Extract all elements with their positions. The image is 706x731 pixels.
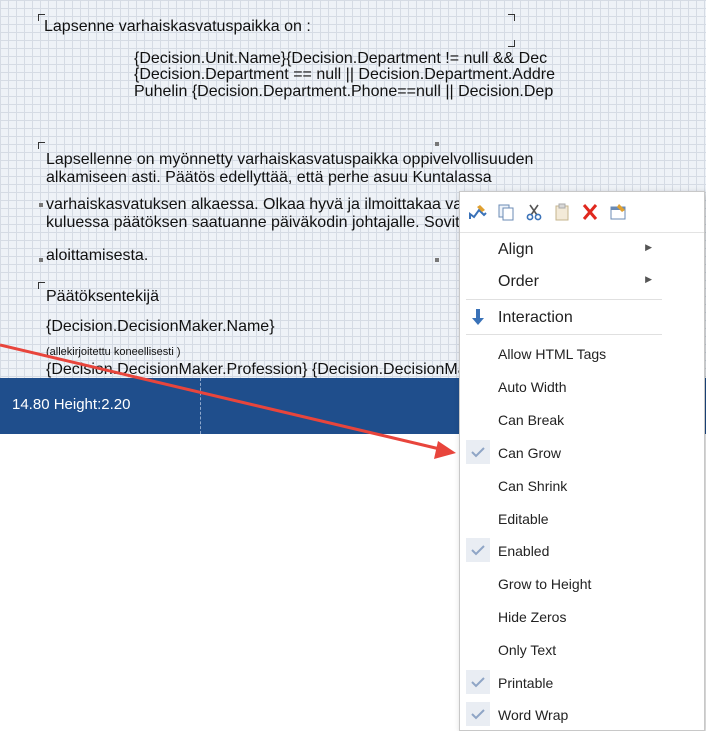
menu-item-label: Hide Zeros <box>498 609 567 625</box>
menu-item-order[interactable]: Order ▶ <box>460 265 704 297</box>
menu-item-label: Grow to Height <box>498 576 592 592</box>
checkmark-icon <box>466 670 490 694</box>
menu-item-label: Editable <box>498 511 549 527</box>
paste-icon[interactable] <box>550 200 574 224</box>
menu-item-interaction[interactable]: Interaction <box>460 301 704 333</box>
menu-item-enabled[interactable]: Enabled <box>460 534 704 566</box>
menu-item-can-shrink[interactable]: Can Shrink <box>460 469 704 501</box>
menu-item-label: Printable <box>498 675 554 691</box>
menu-item-label: Interaction <box>498 309 573 326</box>
menu-item-editable[interactable]: Editable <box>460 502 704 534</box>
copy-icon[interactable] <box>494 200 518 224</box>
menu-item-label: Enabled <box>498 543 550 559</box>
context-menu: Align ▶ Order ▶ Interaction Allow HTML T… <box>459 191 705 731</box>
menu-item-label: Word Wrap <box>498 707 569 723</box>
menu-item-word-wrap[interactable]: Word Wrap <box>460 698 704 730</box>
menu-item-allow-html-tags[interactable]: Allow HTML Tags <box>460 337 704 369</box>
menu-item-printable[interactable]: Printable <box>460 666 704 698</box>
menu-item-hide-zeros[interactable]: Hide Zeros <box>460 600 704 632</box>
submenu-arrow-icon: ▶ <box>645 242 652 252</box>
menu-item-label: Order <box>498 273 539 290</box>
menu-item-label: Auto Width <box>498 379 567 395</box>
menu-item-label: Can Shrink <box>498 478 568 494</box>
checkmark-icon <box>466 538 490 562</box>
menu-item-auto-width[interactable]: Auto Width <box>460 370 704 402</box>
menu-item-can-grow[interactable]: Can Grow <box>460 436 704 468</box>
submenu-arrow-icon: ▶ <box>645 274 652 284</box>
menu-item-only-text[interactable]: Only Text <box>460 633 704 665</box>
interaction-icon <box>466 305 490 329</box>
menu-item-label: Allow HTML Tags <box>498 346 607 362</box>
menu-divider <box>466 299 662 300</box>
menu-item-label: Only Text <box>498 642 557 658</box>
menu-item-label: Can Grow <box>498 445 562 461</box>
checkmark-icon <box>466 702 490 726</box>
cut-icon[interactable] <box>522 200 546 224</box>
edit-icon[interactable] <box>466 200 490 224</box>
delete-icon[interactable] <box>578 200 602 224</box>
menu-item-can-break[interactable]: Can Break <box>460 403 704 435</box>
menu-item-grow-to-height[interactable]: Grow to Height <box>460 567 704 599</box>
properties-icon[interactable] <box>606 200 630 224</box>
menu-item-align[interactable]: Align ▶ <box>460 233 704 265</box>
checkmark-icon <box>466 440 490 464</box>
menu-item-label: Can Break <box>498 412 565 428</box>
context-toolbar <box>460 192 704 233</box>
menu-item-label: Align <box>498 241 534 258</box>
menu-divider <box>466 334 662 335</box>
